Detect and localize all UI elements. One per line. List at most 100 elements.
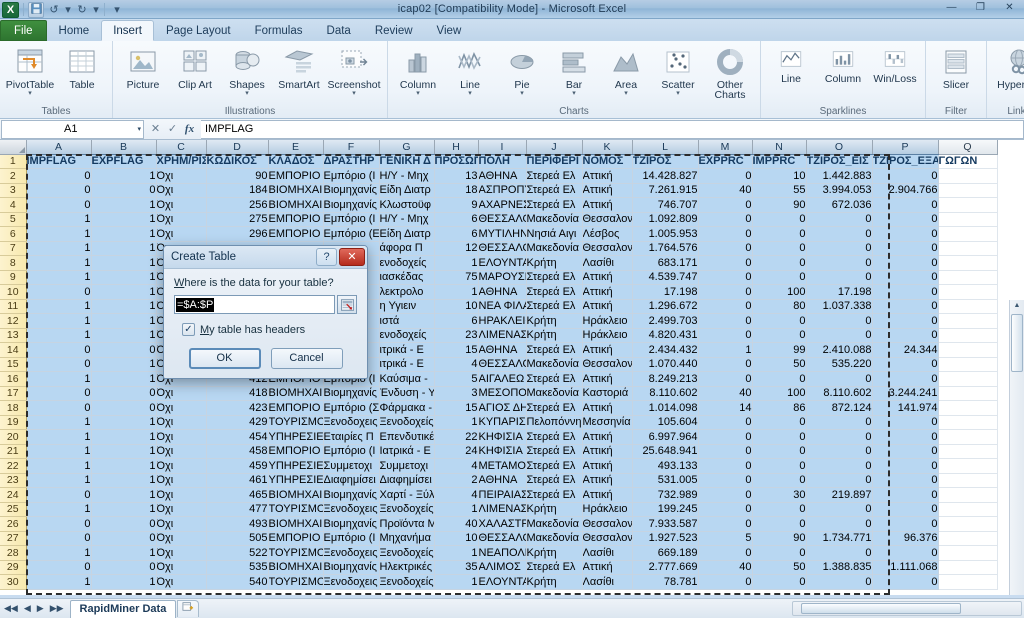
cell[interactable]: Κρήτη bbox=[526, 255, 583, 271]
cell[interactable]: 0 bbox=[752, 270, 807, 285]
cell[interactable]: 1 bbox=[434, 502, 479, 517]
cell[interactable]: ΚΗΦΙΣΙΑ bbox=[478, 429, 527, 445]
cell[interactable]: ΤΖΙΡΟΣ_ΕΞΑ bbox=[872, 154, 939, 169]
cell[interactable]: Μηχανήμα bbox=[379, 531, 435, 546]
picture-button[interactable]: Picture bbox=[117, 44, 169, 91]
column-header-j[interactable]: J bbox=[526, 140, 583, 155]
cell[interactable] bbox=[938, 415, 998, 430]
cell[interactable]: Όχι bbox=[156, 516, 207, 532]
cell[interactable]: 0 bbox=[872, 270, 939, 285]
cell[interactable]: 669.189 bbox=[632, 545, 699, 561]
cell[interactable]: 50 bbox=[752, 357, 807, 372]
cell[interactable]: Όχι bbox=[156, 502, 207, 517]
cell[interactable]: Η/Υ - Μηχ bbox=[379, 212, 435, 227]
cell[interactable]: Βιομηχανίς bbox=[323, 386, 380, 401]
cell[interactable]: 0 bbox=[806, 516, 873, 532]
cell[interactable]: 0 bbox=[872, 212, 939, 227]
cell[interactable]: 1 bbox=[26, 255, 92, 271]
cell[interactable]: Η/Υ - Μηχ bbox=[379, 168, 435, 184]
cell[interactable]: ΑΘΗΝΑ bbox=[478, 284, 527, 300]
cell[interactable] bbox=[938, 168, 998, 184]
cell[interactable]: Κρήτη bbox=[526, 313, 583, 329]
column-chart-caret-icon[interactable]: ▾ bbox=[416, 90, 420, 97]
cell[interactable]: 1 bbox=[91, 502, 157, 517]
cell[interactable] bbox=[938, 400, 998, 416]
cell[interactable]: ΜΥΤΙΛΗΝΗ bbox=[478, 226, 527, 242]
cell[interactable]: 25.648.941 bbox=[632, 444, 699, 459]
cell[interactable]: 2.777.669 bbox=[632, 560, 699, 575]
bar-chart-button[interactable]: Bar ▾ bbox=[548, 44, 600, 97]
cell[interactable]: 429 bbox=[206, 415, 269, 430]
cell[interactable]: 683.171 bbox=[632, 255, 699, 271]
row-header-19[interactable]: 19 bbox=[0, 415, 27, 430]
area-chart-button[interactable]: Area ▾ bbox=[600, 44, 652, 97]
column-header-n[interactable]: N bbox=[752, 140, 807, 155]
cell[interactable]: 0 bbox=[806, 241, 873, 256]
cell[interactable]: 23 bbox=[434, 328, 479, 343]
bar-chart-caret-icon[interactable]: ▾ bbox=[572, 90, 576, 97]
cell[interactable]: 18 bbox=[434, 183, 479, 198]
cell[interactable]: 296 bbox=[206, 226, 269, 242]
cell[interactable]: Αττική bbox=[582, 560, 633, 575]
cell[interactable] bbox=[938, 255, 998, 271]
cell[interactable]: 0 bbox=[806, 429, 873, 445]
cell[interactable]: 1 bbox=[91, 255, 157, 271]
pie-chart-caret-icon[interactable]: ▾ bbox=[520, 90, 524, 97]
cell[interactable]: 1.296.672 bbox=[632, 299, 699, 314]
cell[interactable]: ΑΘΗΝΑ bbox=[478, 473, 527, 488]
row-header-13[interactable]: 13 bbox=[0, 328, 27, 343]
cell[interactable]: ΚΛΑΔΟΣ bbox=[268, 154, 324, 169]
cell[interactable]: 0 bbox=[872, 574, 939, 590]
row-header-17[interactable]: 17 bbox=[0, 386, 27, 401]
cancel-formula-icon[interactable]: ✕ bbox=[147, 121, 164, 138]
row-header-23[interactable]: 23 bbox=[0, 473, 27, 488]
cell[interactable]: 0 bbox=[806, 444, 873, 459]
cancel-button[interactable]: Cancel bbox=[270, 348, 343, 369]
cell[interactable]: ΓΕΝΙΚΗ Δ bbox=[379, 154, 435, 169]
cell[interactable]: Όχι bbox=[156, 458, 207, 474]
cell[interactable]: Ένδυση - Υ bbox=[379, 386, 435, 401]
cell[interactable]: Είδη Διατρ bbox=[379, 226, 435, 242]
cell[interactable]: 0 bbox=[806, 415, 873, 430]
cell[interactable]: 12 bbox=[434, 241, 479, 256]
cell[interactable]: 0 bbox=[26, 560, 92, 575]
cell[interactable]: Κρήτη bbox=[526, 574, 583, 590]
cell[interactable] bbox=[938, 531, 998, 546]
cell[interactable]: Μακεδονία bbox=[526, 531, 583, 546]
cell[interactable]: ΜΕΣΟΠΟΤ bbox=[478, 386, 527, 401]
column-header-i[interactable]: I bbox=[478, 140, 527, 155]
cell[interactable]: 0 bbox=[752, 241, 807, 256]
cell[interactable]: Αττική bbox=[582, 458, 633, 474]
cell[interactable] bbox=[938, 371, 998, 387]
cell[interactable]: 13 bbox=[434, 168, 479, 184]
cell[interactable]: Αττική bbox=[582, 487, 633, 503]
cell[interactable]: 493 bbox=[206, 516, 269, 532]
cell[interactable]: 0 bbox=[698, 516, 753, 532]
scatter-chart-caret-icon[interactable]: ▾ bbox=[676, 90, 680, 97]
cell[interactable]: 1 bbox=[91, 270, 157, 285]
cell[interactable]: 1 bbox=[91, 444, 157, 459]
cell[interactable]: 78.781 bbox=[632, 574, 699, 590]
cell[interactable]: 0 bbox=[698, 255, 753, 271]
cell[interactable]: 1.092.809 bbox=[632, 212, 699, 227]
cell[interactable]: 1 bbox=[91, 212, 157, 227]
cell[interactable]: 14.428.827 bbox=[632, 168, 699, 184]
cell[interactable]: 1 bbox=[91, 299, 157, 314]
cell[interactable]: Ιατρικά - Ε bbox=[379, 444, 435, 459]
cell[interactable]: 0 bbox=[872, 429, 939, 445]
cell[interactable]: 50 bbox=[752, 560, 807, 575]
cell[interactable]: Διαφημίσει bbox=[323, 473, 380, 488]
cell[interactable]: 0 bbox=[752, 415, 807, 430]
cell[interactable]: 100 bbox=[752, 284, 807, 300]
cell[interactable]: Μακεδονία bbox=[526, 212, 583, 227]
cell[interactable]: 10 bbox=[434, 531, 479, 546]
cell[interactable]: 256 bbox=[206, 197, 269, 213]
cell[interactable]: Εμπόριο (Ι bbox=[323, 168, 380, 184]
cell[interactable]: 0 bbox=[752, 255, 807, 271]
cell[interactable]: 1.764.576 bbox=[632, 241, 699, 256]
pivottable-button[interactable]: PivotTable ▾ bbox=[4, 44, 56, 97]
cell[interactable]: Όχι bbox=[156, 574, 207, 590]
cell[interactable]: Ξενοδοχείς bbox=[379, 502, 435, 517]
cell[interactable]: 1 bbox=[26, 212, 92, 227]
cell[interactable]: ΓΩΓΩΝ bbox=[938, 154, 998, 169]
